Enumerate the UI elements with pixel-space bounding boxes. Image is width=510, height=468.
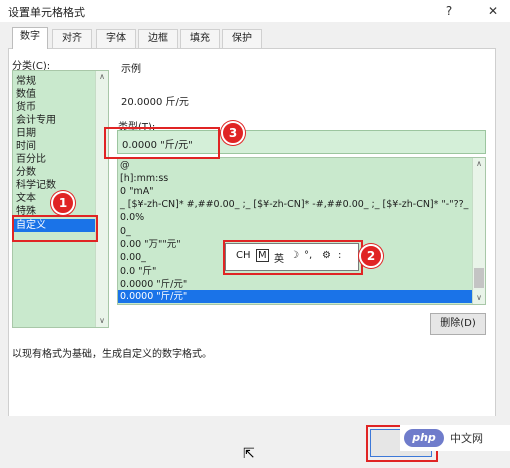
format-item[interactable]: 0 "mA" — [120, 185, 154, 198]
scroll-down-icon[interactable]: ∨ — [96, 315, 108, 327]
tab-fill[interactable]: 填充 — [180, 29, 220, 48]
format-item[interactable]: 0.0% — [120, 211, 144, 224]
dialog-title: 设置单元格格式 — [8, 6, 85, 19]
category-item[interactable]: 时间 — [16, 140, 36, 153]
format-item[interactable]: _ [$¥-zh-CN]* #,##0.00_ ;_ [$¥-zh-CN]* -… — [120, 198, 485, 211]
tab-border[interactable]: 边框 — [138, 29, 178, 48]
php-logo: php — [404, 429, 444, 447]
sample-value: 20.0000 斤/元 — [121, 97, 189, 108]
format-cells-dialog: 设置单元格格式 ? ✕ 数字 对齐 字体 边框 填充 保护 分类(C): 常规 … — [0, 0, 510, 468]
category-item[interactable]: 会计专用 — [16, 114, 56, 127]
annotation-box-type — [104, 127, 220, 159]
watermark-text: 中文网 — [450, 432, 483, 445]
category-item[interactable]: 数值 — [16, 88, 36, 101]
close-button[interactable]: ✕ — [482, 2, 504, 20]
format-code-list[interactable]: @ [h]:mm:ss 0 "mA" _ [$¥-zh-CN]* #,##0.0… — [117, 157, 486, 305]
category-item[interactable]: 分数 — [16, 166, 36, 179]
help-button[interactable]: ? — [438, 2, 460, 20]
format-item[interactable]: 0.0 "斤" — [120, 265, 156, 278]
scroll-thumb[interactable] — [474, 268, 484, 288]
format-item[interactable]: 0_ — [120, 225, 131, 238]
format-item[interactable]: [h]:mm:ss — [120, 172, 168, 185]
tab-protection[interactable]: 保护 — [222, 29, 262, 48]
title-bar: 设置单元格格式 ? ✕ — [0, 0, 510, 22]
category-item[interactable]: 科学记数 — [16, 179, 56, 192]
tab-number[interactable]: 数字 — [12, 27, 48, 49]
step-badge-3: 3 — [221, 121, 245, 145]
custom-format-description: 以现有格式为基础，生成自定义的数字格式。 — [12, 349, 212, 360]
category-scrollbar[interactable]: ∧ ∨ — [95, 71, 108, 327]
format-item[interactable]: 0.00 "万""元" — [120, 238, 181, 251]
category-item[interactable]: 百分比 — [16, 153, 46, 166]
scroll-down-icon[interactable]: ∨ — [473, 292, 485, 304]
format-list-scrollbar[interactable]: ∧ ∨ — [472, 158, 485, 304]
mouse-cursor-icon: ⇱ — [243, 446, 255, 462]
annotation-box-ime — [223, 240, 363, 275]
step-badge-1: 1 — [51, 191, 75, 215]
scroll-up-icon[interactable]: ∧ — [473, 158, 485, 170]
category-item[interactable]: 日期 — [16, 127, 36, 140]
category-item[interactable]: 常规 — [16, 75, 36, 88]
tab-alignment[interactable]: 对齐 — [52, 29, 92, 48]
sample-label: 示例 — [121, 64, 141, 75]
step-badge-2: 2 — [359, 244, 383, 268]
sample-box: 20.0000 斤/元 — [117, 74, 484, 112]
category-item[interactable]: 货币 — [16, 101, 36, 114]
scroll-up-icon[interactable]: ∧ — [96, 71, 108, 83]
annotation-box-category — [12, 215, 98, 242]
category-item[interactable]: 文本 — [16, 192, 36, 205]
watermark: php 中文网 — [400, 425, 510, 451]
tab-font[interactable]: 字体 — [96, 29, 136, 48]
format-item-selected[interactable]: 0.0000 "斤/元" — [118, 290, 475, 303]
format-item[interactable]: 0.00_ — [120, 251, 146, 264]
format-item[interactable]: @ — [120, 159, 130, 172]
delete-button[interactable]: 删除(D) — [430, 313, 486, 335]
